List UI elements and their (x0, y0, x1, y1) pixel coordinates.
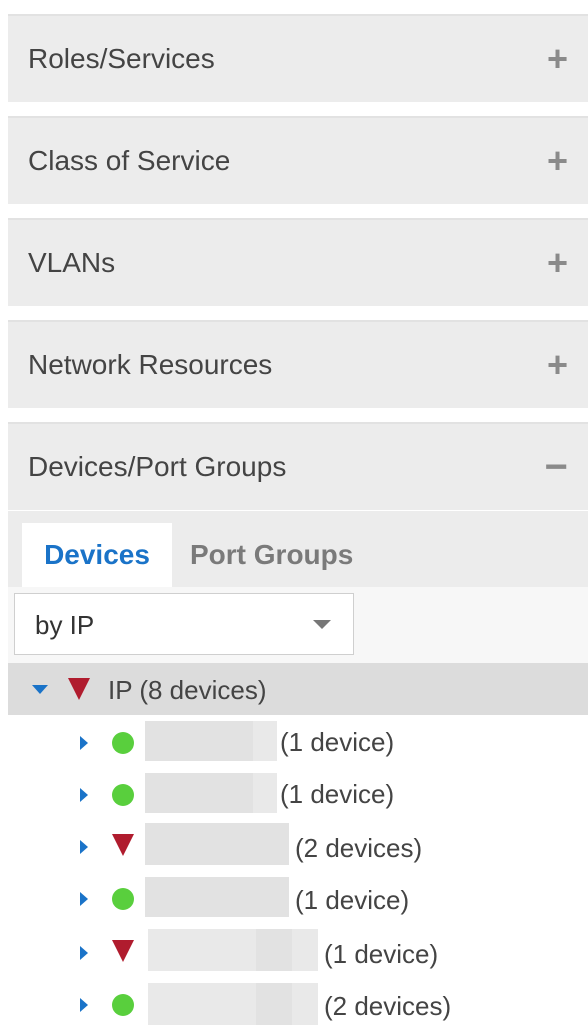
redacted-ip (145, 773, 277, 813)
device-count: (1 device) (280, 727, 395, 757)
tree-row[interactable]: (2 devices) (8, 975, 588, 1027)
ok-status-icon (112, 732, 134, 754)
expand-arrow-icon[interactable] (80, 840, 88, 854)
panel-network-resources[interactable]: Network Resources + (8, 320, 588, 408)
expand-plus-icon[interactable]: + (547, 220, 568, 306)
critical-status-icon (112, 834, 134, 856)
panel-title: Roles/Services (28, 43, 215, 74)
ok-status-icon (112, 784, 134, 806)
redacted-ip (148, 983, 318, 1025)
critical-status-icon (68, 678, 90, 700)
panel-devices-port-groups[interactable]: Devices/Port Groups − (8, 422, 588, 510)
redacted-ip (145, 721, 277, 761)
group-by-dropdown[interactable]: by IP (14, 593, 354, 655)
ok-status-icon (112, 994, 134, 1016)
tree-group-row[interactable]: IP (8 devices) (8, 663, 588, 715)
dropdown-value: by IP (35, 610, 95, 640)
ok-status-icon (112, 888, 134, 910)
tree-row[interactable]: (1 device) (8, 871, 588, 923)
tab-strip: Devices Port Groups (8, 511, 588, 587)
filter-row: by IP (8, 587, 588, 663)
panel-title: Class of Service (28, 145, 231, 176)
expand-arrow-icon[interactable] (80, 892, 88, 906)
tree-row[interactable]: (2 devices) (8, 819, 588, 871)
tab-port-groups[interactable]: Port Groups (190, 523, 353, 587)
panel-roles-services[interactable]: Roles/Services + (8, 14, 588, 102)
redacted-ip (145, 877, 289, 917)
expand-arrow-icon[interactable] (80, 998, 88, 1012)
collapse-minus-icon[interactable]: − (545, 424, 568, 510)
redacted-ip (145, 823, 289, 865)
panel-title: Devices/Port Groups (28, 451, 287, 482)
panel-vlans[interactable]: VLANs + (8, 218, 588, 306)
expand-arrow-icon[interactable] (32, 685, 48, 694)
device-count: (2 devices) (324, 991, 452, 1021)
chevron-down-icon (313, 620, 331, 629)
tree-row[interactable]: (1 device) (8, 923, 588, 975)
tree-row[interactable]: (1 device) (8, 767, 588, 819)
devices-panel-body: Devices Port Groups by IP IP (8 devices)… (8, 511, 588, 1036)
redacted-ip (148, 929, 318, 971)
panel-title: Network Resources (28, 349, 273, 380)
panel-class-of-service[interactable]: Class of Service + (8, 116, 588, 204)
expand-plus-icon[interactable]: + (547, 16, 568, 102)
device-count: (1 device) (295, 885, 410, 915)
group-label: IP (8 devices) (108, 675, 267, 705)
device-count: (2 devices) (295, 833, 423, 863)
tab-devices[interactable]: Devices (22, 523, 172, 587)
expand-arrow-icon[interactable] (80, 736, 88, 750)
expand-plus-icon[interactable]: + (547, 322, 568, 408)
expand-arrow-icon[interactable] (80, 788, 88, 802)
tree-row[interactable]: (1 device) (8, 715, 588, 767)
expand-plus-icon[interactable]: + (547, 118, 568, 204)
critical-status-icon (112, 940, 134, 962)
device-count: (1 device) (280, 779, 395, 809)
panel-title: VLANs (28, 247, 116, 278)
expand-arrow-icon[interactable] (80, 946, 88, 960)
device-count: (1 device) (324, 939, 439, 969)
